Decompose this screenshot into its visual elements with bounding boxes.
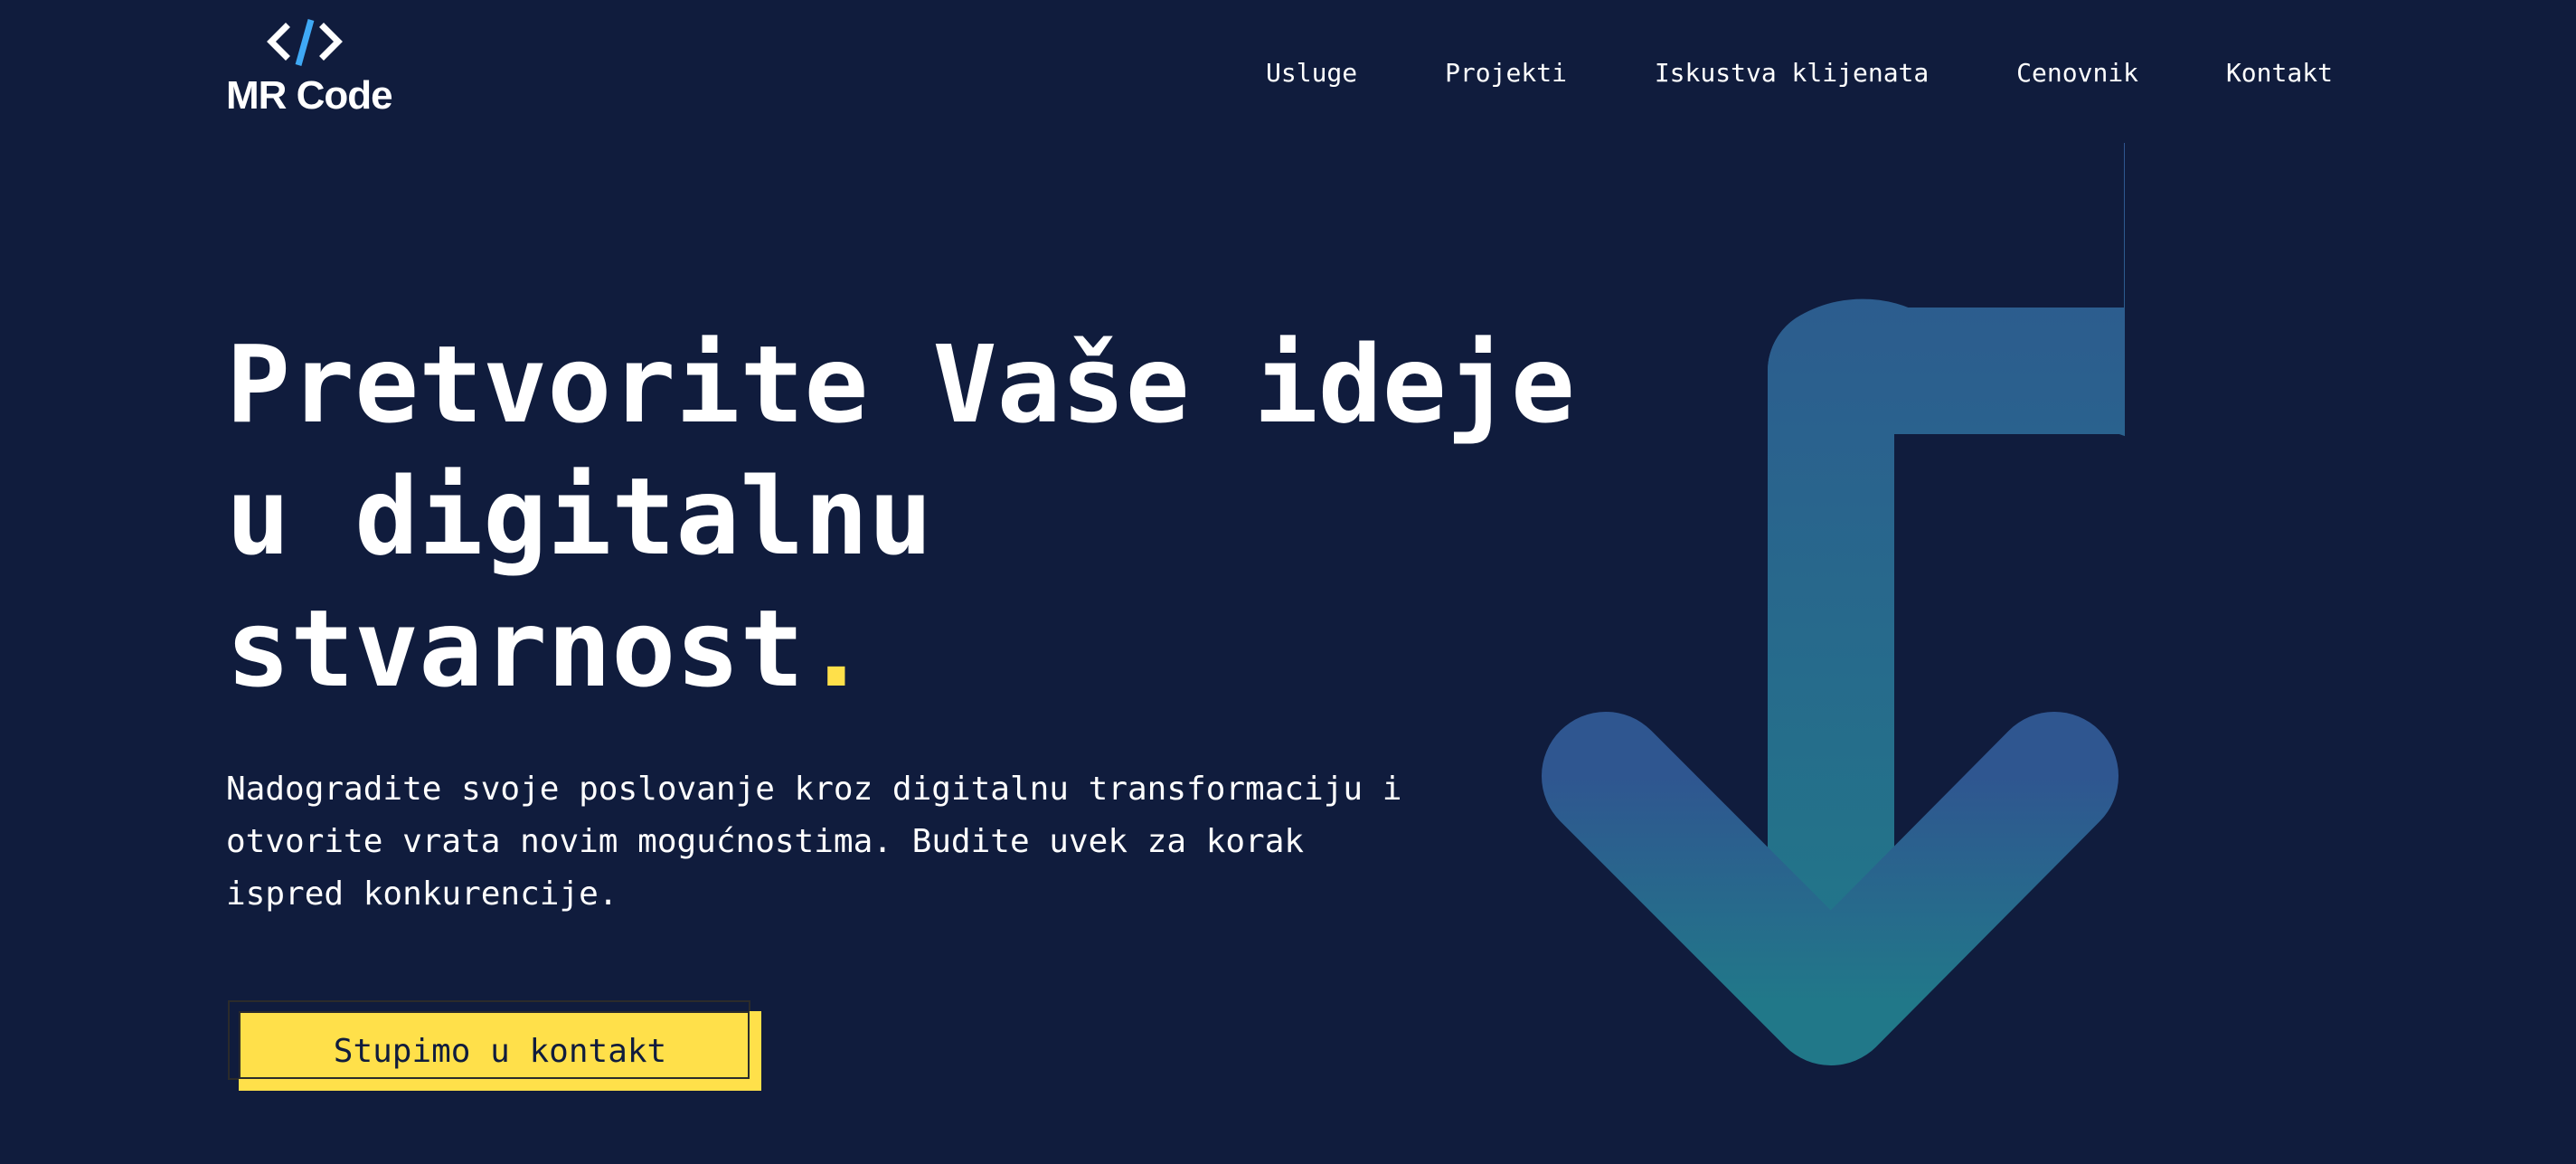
cta-container: Stupimo u kontakt [228, 1000, 761, 1091]
hero-title-line-1: Pretvorite Vaše ideje [226, 322, 1575, 447]
hero-title-line-2: u digitalnu [226, 454, 933, 579]
nav-link-cenovnik[interactable]: Cenovnik [2016, 58, 2138, 88]
nav-link-usluge[interactable]: Usluge [1266, 58, 1357, 88]
main-nav: Usluge Projekti Iskustva klijenata Cenov… [1266, 54, 2333, 90]
hero-description: Nadogradite svoje poslovanje kroz digita… [226, 771, 1402, 913]
contact-cta-button[interactable]: Stupimo u kontakt [239, 1011, 761, 1091]
hero-title: Pretvorite Vaše ideje u digitalnu stvarnos… [226, 318, 1575, 714]
hero-title-line-3: stvarnost [226, 586, 805, 711]
nav-link-kontakt[interactable]: Kontakt [2226, 58, 2333, 88]
code-brackets-icon [267, 19, 343, 66]
down-arrow-illustration [1542, 143, 2125, 1065]
logo[interactable]: MR Code [226, 16, 398, 125]
nav-link-iskustva-klijenata[interactable]: Iskustva klijenata [1655, 58, 1929, 88]
brand-name: MR Code [226, 73, 393, 118]
hero-title-dot: . [804, 586, 869, 711]
nav-link-projekti[interactable]: Projekti [1445, 58, 1567, 88]
